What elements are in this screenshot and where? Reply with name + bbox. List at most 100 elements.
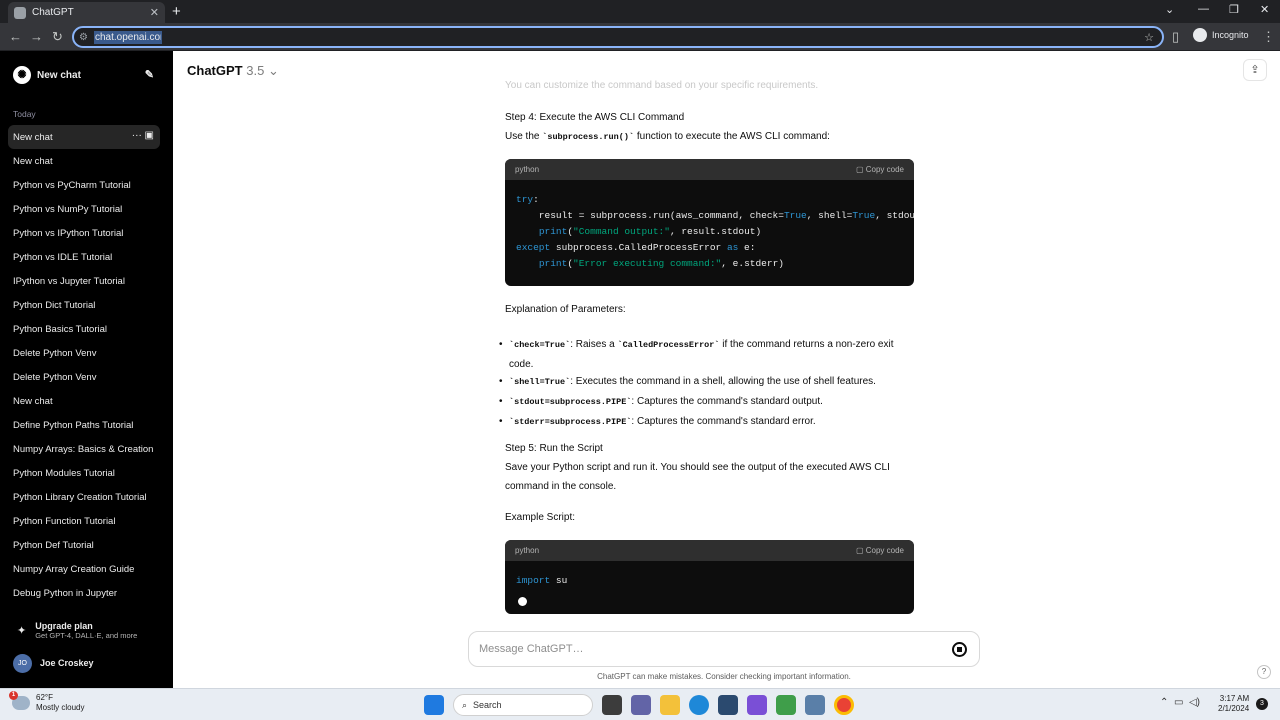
taskbar-search[interactable]: ⌕ Search bbox=[453, 694, 593, 716]
code-language: python bbox=[515, 546, 540, 555]
chat-item[interactable]: Delete Python Venv bbox=[8, 341, 160, 365]
side-panel-icon[interactable]: ▯ bbox=[1172, 29, 1179, 45]
task-view-icon[interactable] bbox=[602, 695, 622, 715]
chat-item-label: Python Library Creation Tutorial bbox=[13, 491, 147, 503]
weather-badge: 1 bbox=[9, 691, 18, 700]
volume-icon[interactable]: ◁) bbox=[1189, 697, 1200, 708]
message-input[interactable] bbox=[479, 643, 919, 655]
chat-item[interactable]: Python Library Creation Tutorial bbox=[8, 485, 160, 509]
chat-item[interactable]: New chat bbox=[8, 389, 160, 413]
reload-icon[interactable]: ↻ bbox=[52, 29, 63, 45]
example-title: Example Script: bbox=[505, 512, 576, 523]
chevron-down-icon: ⌄ bbox=[267, 63, 279, 78]
chat-item[interactable]: Numpy Array Creation Guide bbox=[8, 557, 160, 581]
new-chat-label: New chat bbox=[37, 69, 81, 81]
step5-description: Save your Python script and run it. You … bbox=[505, 462, 890, 492]
file-explorer-icon[interactable] bbox=[660, 695, 680, 715]
copy-code-button[interactable]: ▢ Copy code bbox=[856, 546, 904, 555]
bookmark-star-icon[interactable]: ☆ bbox=[1144, 31, 1154, 44]
text-span: : Raises a bbox=[570, 339, 618, 350]
chat-item[interactable]: Debug Python in Jupyter bbox=[8, 581, 160, 605]
tab-search-icon[interactable]: ⌄ bbox=[1165, 3, 1174, 16]
weather-widget[interactable]: 1 62°F Mostly cloudy bbox=[9, 691, 84, 713]
chat-item[interactable]: New chat bbox=[8, 149, 160, 173]
edit-icon[interactable]: ✎ bbox=[145, 68, 154, 81]
clock[interactable]: 3:17 AM 2/1/2024 bbox=[1218, 694, 1249, 714]
upgrade-subtitle: Get GPT-4, DALL·E, and more bbox=[35, 630, 138, 640]
copy-code-button[interactable]: ▢ Copy code bbox=[856, 165, 904, 174]
tab-title: ChatGPT bbox=[32, 7, 74, 18]
new-chat-button[interactable]: ✺ New chat ✎ bbox=[8, 63, 160, 87]
upgrade-plan-button[interactable]: ✦ Upgrade plan Get GPT-4, DALL·E, and mo… bbox=[8, 616, 160, 644]
chat-item[interactable]: Numpy Arrays: Basics & Creation bbox=[8, 437, 160, 461]
url-input[interactable] bbox=[93, 30, 162, 44]
chat-item-label: Python vs IPython Tutorial bbox=[13, 227, 124, 239]
chrome-icon[interactable] bbox=[834, 695, 854, 715]
incognito-indicator[interactable]: Incognito bbox=[1193, 28, 1249, 42]
os-taskbar: 1 62°F Mostly cloudy ⌕ Search ⌃ ▭ ◁) 3:17… bbox=[0, 688, 1280, 720]
inline-code: `CalledProcessError` bbox=[617, 340, 720, 350]
teams-icon[interactable] bbox=[631, 695, 651, 715]
chat-item[interactable]: Define Python Paths Tutorial bbox=[8, 413, 160, 437]
chat-item[interactable]: Python vs PyCharm Tutorial bbox=[8, 173, 160, 197]
chat-item-label: Delete Python Venv bbox=[13, 347, 97, 359]
list-item: • `shell=True`: Executes the command in a… bbox=[499, 372, 919, 392]
app-icon[interactable] bbox=[747, 695, 767, 715]
site-info-icon[interactable]: ⚙ bbox=[79, 32, 88, 43]
chat-item[interactable]: Python vs NumPy Tutorial bbox=[8, 197, 160, 221]
chat-item[interactable]: Python Def Tutorial bbox=[8, 533, 160, 557]
app-icon[interactable] bbox=[805, 695, 825, 715]
incognito-icon bbox=[1193, 28, 1207, 42]
clock-date: 2/1/2024 bbox=[1218, 704, 1250, 713]
text-span: : Captures the command's standard output… bbox=[631, 396, 823, 407]
section-label-today: Today bbox=[13, 109, 36, 119]
close-tab-icon[interactable]: ✕ bbox=[150, 6, 159, 19]
browser-menu-icon[interactable]: ⋮ bbox=[1262, 29, 1275, 45]
taskbar-apps: ⌕ Search bbox=[424, 694, 863, 716]
store-icon[interactable] bbox=[718, 695, 738, 715]
user-menu[interactable]: JO Joe Croskey bbox=[8, 652, 160, 674]
system-tray[interactable]: ⌃ ▭ ◁) bbox=[1160, 697, 1200, 708]
help-icon[interactable]: ? bbox=[1257, 665, 1271, 679]
chat-item[interactable]: New chat ··· ▣ bbox=[8, 125, 160, 149]
faded-text: You can customize the command based on y… bbox=[505, 80, 819, 91]
windows-start-icon[interactable] bbox=[424, 695, 444, 715]
chat-item-label: Python vs NumPy Tutorial bbox=[13, 203, 123, 215]
sparkle-icon: ✦ bbox=[17, 624, 27, 637]
chat-item[interactable]: Python Basics Tutorial bbox=[8, 317, 160, 341]
back-icon[interactable]: ← bbox=[9, 29, 22, 44]
list-item: • `check=True`: Raises a `CalledProcessEr… bbox=[499, 335, 919, 372]
chat-item[interactable]: Python Dict Tutorial bbox=[8, 293, 160, 317]
code-content: try: result = subprocess.run(aws_command… bbox=[516, 194, 914, 269]
chat-item[interactable]: Python Modules Tutorial bbox=[8, 461, 160, 485]
chat-options-icon[interactable]: ··· ▣ bbox=[132, 130, 154, 141]
main-panel: ChatGPT 3.5 ⌄ ⇪ You can customize the co… bbox=[173, 51, 1280, 688]
address-bar[interactable]: ⚙ ☆ bbox=[72, 26, 1164, 48]
model-selector[interactable]: ChatGPT 3.5 ⌄ bbox=[187, 63, 279, 79]
step4-title: Step 4: Execute the AWS CLI Command bbox=[505, 112, 685, 123]
chat-item-label: Python vs PyCharm Tutorial bbox=[13, 179, 131, 191]
chat-item[interactable]: Python vs IPython Tutorial bbox=[8, 221, 160, 245]
forward-icon[interactable]: → bbox=[30, 29, 43, 44]
chat-item[interactable]: IPython vs Jupyter Tutorial bbox=[8, 269, 160, 293]
code-language: python bbox=[515, 165, 540, 174]
notepad-icon[interactable] bbox=[776, 695, 796, 715]
share-button[interactable]: ⇪ bbox=[1243, 59, 1267, 81]
chat-item[interactable]: Python Function Tutorial bbox=[8, 509, 160, 533]
chat-item-label: Python Basics Tutorial bbox=[13, 323, 107, 335]
inline-code: `stderr=subprocess.PIPE` bbox=[509, 417, 632, 427]
chevron-up-icon[interactable]: ⌃ bbox=[1160, 697, 1168, 708]
new-tab-icon[interactable]: + bbox=[172, 3, 181, 20]
network-icon[interactable]: ▭ bbox=[1174, 697, 1183, 708]
browser-tab[interactable]: ChatGPT ✕ bbox=[8, 2, 165, 23]
maximize-icon[interactable]: ❐ bbox=[1229, 3, 1239, 16]
chat-item[interactable]: Python vs IDLE Tutorial bbox=[8, 245, 160, 269]
chat-item[interactable]: Delete Python Venv bbox=[8, 365, 160, 389]
stop-generating-button[interactable] bbox=[952, 642, 967, 657]
minimize-icon[interactable]: — bbox=[1198, 3, 1209, 15]
code-block: python ▢ Copy code try: result = subproc… bbox=[505, 159, 914, 286]
close-window-icon[interactable]: ✕ bbox=[1260, 3, 1269, 16]
chat-item-label: Define Python Paths Tutorial bbox=[13, 419, 134, 431]
notification-badge[interactable]: 3 bbox=[1256, 698, 1268, 710]
edge-icon[interactable] bbox=[689, 695, 709, 715]
